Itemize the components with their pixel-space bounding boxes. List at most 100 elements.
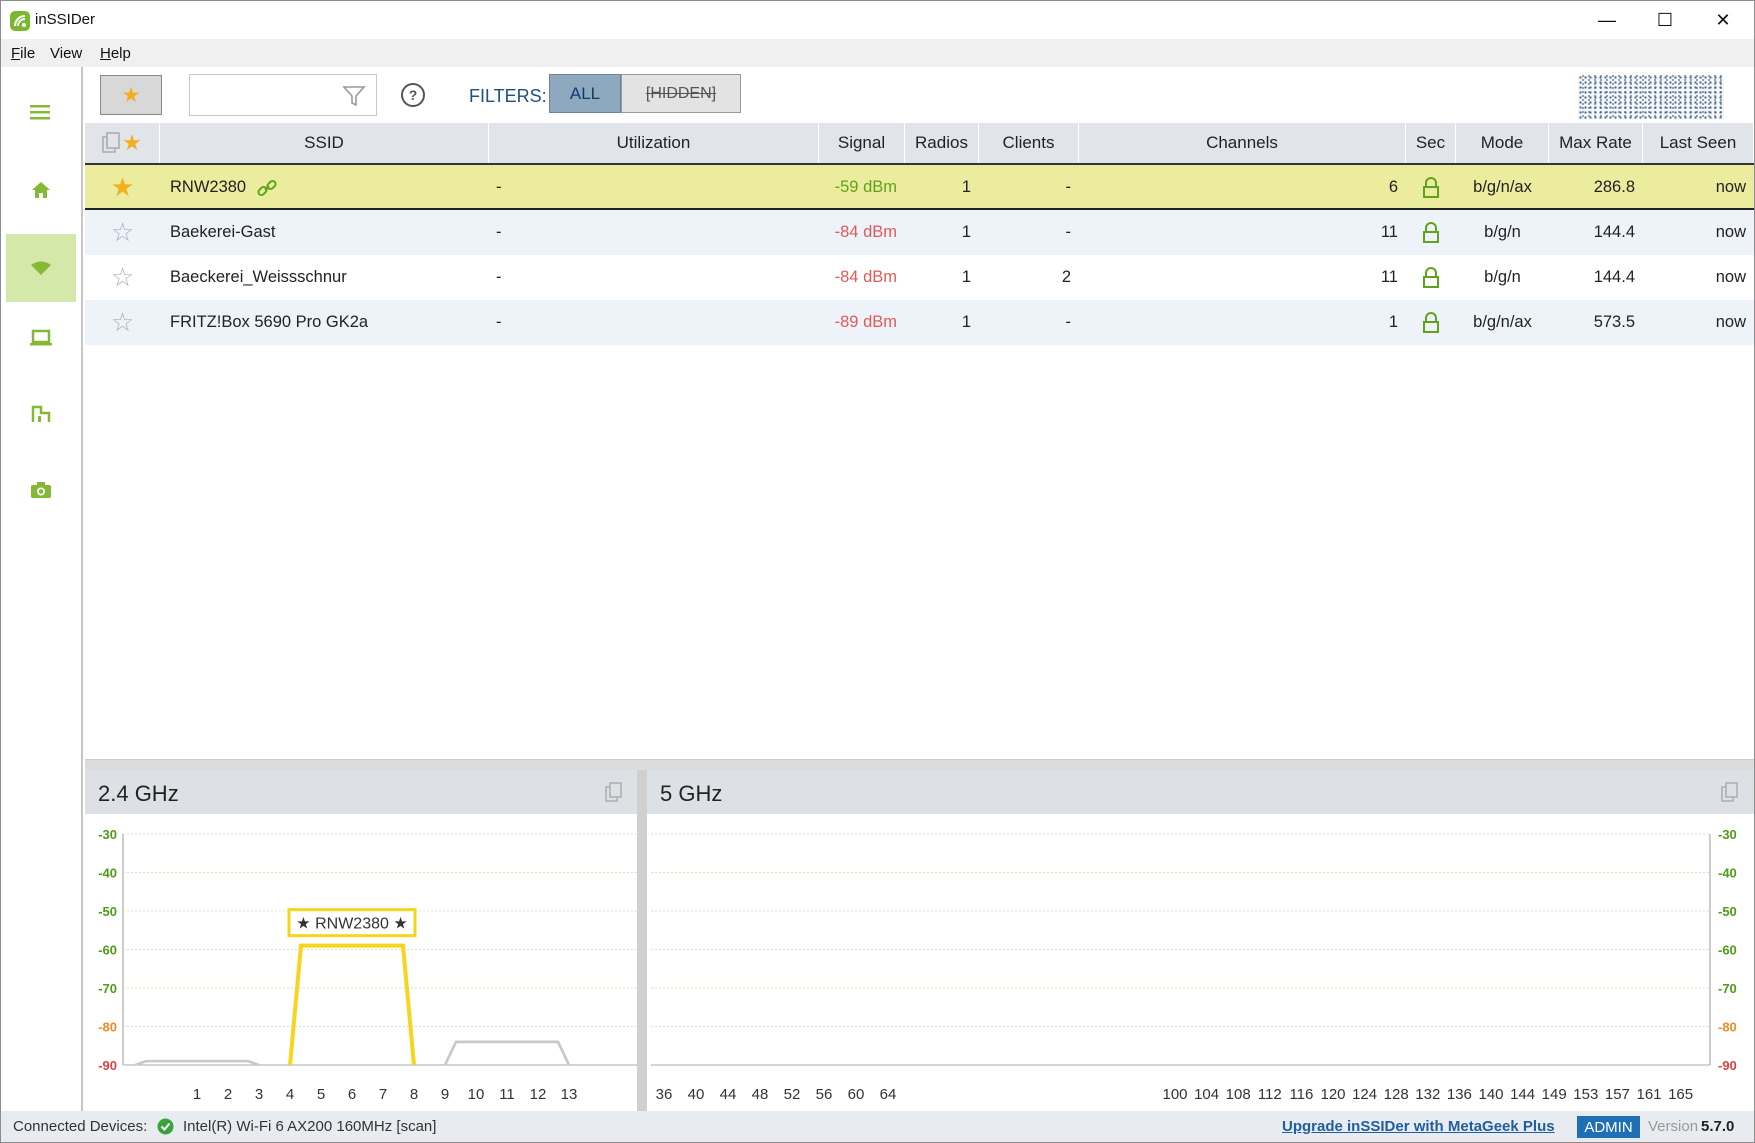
ssid-cell: FRITZ!Box 5690 Pro GK2a — [170, 313, 369, 331]
y-tick-label: -60 — [98, 943, 117, 958]
mode-cell: b/g/n — [1484, 268, 1521, 286]
y-tick-label: -80 — [1718, 1020, 1737, 1035]
radios-cell: 1 — [961, 268, 971, 286]
channels-cell: 6 — [1388, 178, 1398, 196]
table-row[interactable]: ☆ FRITZ!Box 5690 Pro GK2a - -89 dBm 1 - … — [85, 300, 1754, 345]
max-rate-cell: 144.4 — [1593, 223, 1635, 241]
y-tick-label: -90 — [98, 1058, 117, 1073]
column-radios[interactable]: Radios — [905, 123, 979, 163]
x-tick-label: 3 — [255, 1086, 263, 1103]
last-seen-cell: now — [1715, 223, 1746, 241]
clients-cell: - — [1065, 223, 1072, 241]
filter-all-button[interactable]: ALL — [549, 74, 621, 113]
help-icon[interactable]: ? — [401, 83, 425, 107]
x-tick-label: 153 — [1573, 1086, 1598, 1103]
funnel-icon[interactable] — [342, 84, 366, 108]
column-ssid[interactable]: SSID — [160, 123, 489, 163]
network-curve — [443, 1040, 571, 1066]
table-empty-area — [85, 345, 1754, 760]
column-utilization[interactable]: Utilization — [489, 123, 819, 163]
floorplan-icon[interactable] — [6, 380, 76, 448]
column-mode[interactable]: Mode — [1456, 123, 1549, 163]
favorite-star-icon[interactable]: ☆ — [111, 262, 134, 293]
copy-icon[interactable] — [102, 132, 122, 154]
x-tick-label: 44 — [720, 1086, 737, 1103]
lock-icon — [1423, 176, 1439, 198]
table-row[interactable]: ☆ Baeckerei_Weissschnur - -84 dBm 1 2 11… — [85, 255, 1754, 300]
menu-icon[interactable] — [6, 78, 76, 146]
max-rate-cell: 144.4 — [1593, 268, 1635, 286]
close-button[interactable]: ✕ — [1694, 1, 1752, 39]
signal-cell: -59 dBm — [834, 178, 897, 196]
favorite-star-icon[interactable]: ☆ — [111, 217, 134, 248]
minimize-button[interactable]: — — [1578, 1, 1636, 39]
y-tick-label: -70 — [98, 981, 117, 996]
splitter[interactable] — [85, 760, 1754, 770]
home-icon[interactable] — [6, 156, 76, 224]
y-tick-label: -60 — [1718, 943, 1737, 958]
column-max-rate[interactable]: Max Rate — [1549, 123, 1643, 163]
maximize-button[interactable]: ☐ — [1636, 1, 1694, 39]
inssider-logo-icon — [10, 11, 30, 31]
utilization-cell: - — [496, 178, 502, 196]
column-channels[interactable]: Channels — [1079, 123, 1406, 163]
y-tick-label: -50 — [1718, 904, 1737, 919]
max-rate-cell: 286.8 — [1593, 178, 1635, 196]
x-tick-label: 149 — [1542, 1086, 1567, 1103]
radios-cell: 1 — [961, 313, 971, 331]
ssid-cell: RNW2380 — [170, 165, 278, 210]
favorite-column-header[interactable]: ★ — [85, 123, 160, 163]
x-tick-label: 157 — [1605, 1086, 1630, 1103]
lock-icon — [1423, 311, 1439, 333]
x-tick-label: 36 — [656, 1086, 673, 1103]
version-label: Version — [1648, 1118, 1699, 1135]
favorite-star-icon[interactable]: ☆ — [111, 307, 134, 338]
y-tick-label: -30 — [98, 827, 117, 842]
search-input[interactable] — [196, 83, 336, 107]
menu-file[interactable]: File — [11, 45, 35, 62]
x-tick-label: 7 — [379, 1086, 387, 1103]
utilization-cell: - — [496, 313, 502, 331]
ssid-cell: Baekerei-Gast — [170, 223, 276, 241]
wifi-icon[interactable] — [6, 234, 76, 302]
menu-help[interactable]: Help — [100, 45, 131, 62]
admin-badge: ADMIN — [1577, 1116, 1640, 1138]
channels-cell: 1 — [1388, 313, 1398, 331]
favorite-star-icon[interactable]: ★ — [111, 172, 134, 203]
x-tick-label: 56 — [816, 1086, 833, 1103]
x-tick-label: 5 — [317, 1086, 325, 1103]
ssid-text: RNW2380 — [170, 178, 247, 196]
table-row[interactable]: ★ RNW2380 - -59 dBm 1 - 6 b/g/n/ax 286.8… — [85, 165, 1754, 210]
x-tick-label: 161 — [1636, 1086, 1661, 1103]
column-last-seen[interactable]: Last Seen — [1643, 123, 1754, 163]
column-sec[interactable]: Sec — [1406, 123, 1456, 163]
camera-icon[interactable] — [6, 456, 76, 524]
laptop-icon[interactable] — [6, 304, 76, 372]
panel-divider[interactable] — [637, 770, 647, 1111]
panel-title: 2.4 GHz — [98, 781, 179, 806]
panel-title: 5 GHz — [660, 781, 723, 806]
x-tick-label: 100 — [1162, 1086, 1187, 1103]
column-clients[interactable]: Clients — [979, 123, 1079, 163]
connected-devices-label: Connected Devices: — [13, 1118, 148, 1135]
upgrade-link[interactable]: Upgrade inSSIDer with MetaGeek Plus — [1282, 1118, 1555, 1135]
copy-icon[interactable] — [1721, 782, 1739, 802]
x-tick-label: 2 — [224, 1086, 232, 1103]
x-tick-label: 8 — [410, 1086, 418, 1103]
panel-2-4ghz-header: 2.4 GHz — [85, 770, 637, 814]
y-tick-label: -30 — [1718, 827, 1737, 842]
x-tick-label: 64 — [880, 1086, 897, 1103]
radios-cell: 1 — [961, 223, 971, 241]
menu-view[interactable]: View — [50, 45, 82, 62]
column-signal[interactable]: Signal — [819, 123, 905, 163]
x-tick-label: 165 — [1668, 1086, 1693, 1103]
table-row[interactable]: ☆ Baekerei-Gast - -84 dBm 1 - 11 b/g/n 1… — [85, 210, 1754, 255]
app-window: inSSIDer — ☐ ✕ File View Help ★ ? FILTER… — [0, 0, 1755, 1143]
filter-hidden-button[interactable]: [HIDDEN] — [621, 74, 741, 113]
copy-icon[interactable] — [605, 782, 623, 802]
version-number: 5.7.0 — [1701, 1118, 1735, 1135]
clients-cell: 2 — [1061, 268, 1071, 286]
device-name[interactable]: Intel(R) Wi-Fi 6 AX200 160MHz [scan] — [183, 1118, 436, 1135]
favorites-filter-button[interactable]: ★ — [100, 75, 162, 115]
last-seen-cell: now — [1715, 178, 1746, 196]
